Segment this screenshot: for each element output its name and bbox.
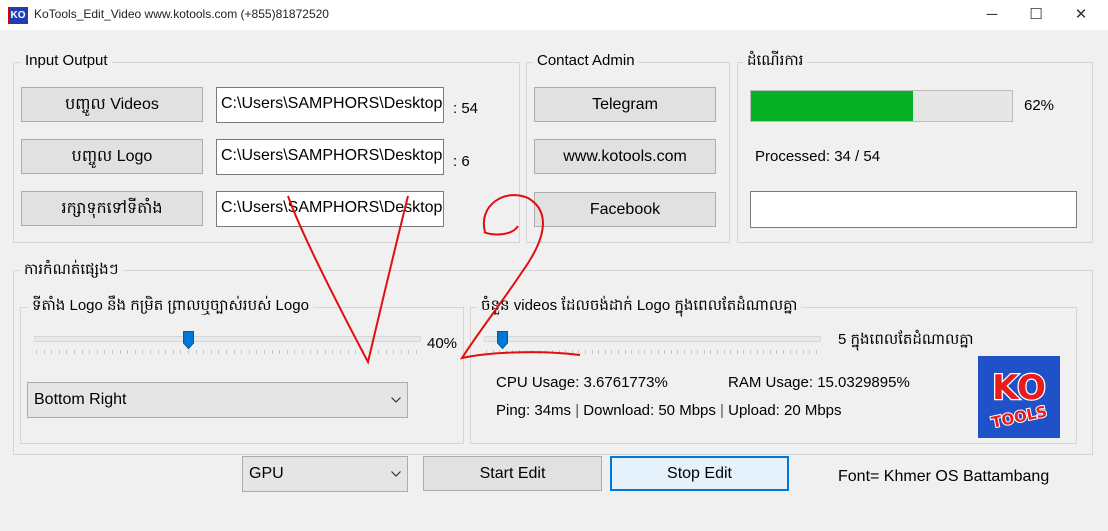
handwritten-v2-annotation [287,194,581,365]
